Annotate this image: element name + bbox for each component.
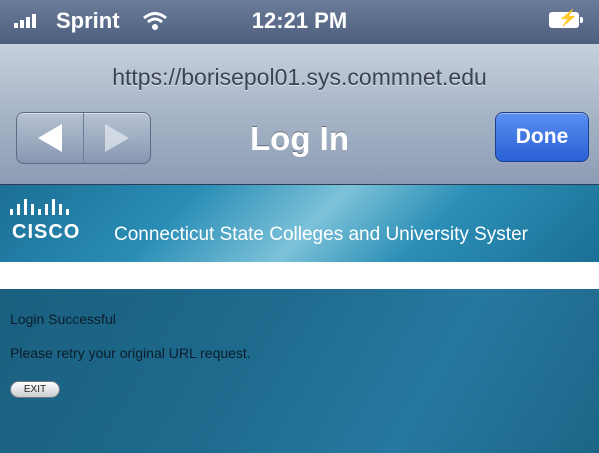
cisco-logo-text: CISCO [12,221,81,243]
cisco-banner: CISCO Connecticut State Colleges and Uni… [0,185,599,262]
retry-instruction: Please retry your original URL request. [10,345,251,361]
login-status-message: Login Successful [10,311,116,327]
exit-button[interactable]: EXIT [10,381,60,398]
done-button[interactable]: Done [495,112,589,162]
status-bar: Sprint 12:21 PM ⚡ [0,0,599,44]
browser-toolbar: https://borisepol01.sys.commnet.edu Log … [0,44,599,185]
url-display: https://borisepol01.sys.commnet.edu [112,64,487,90]
login-result-panel: Login Successful Please retry your origi… [0,289,599,453]
clock: 12:21 PM [251,8,348,33]
banner-title: Connecticut State Colleges and Universit… [114,224,528,245]
phone-screen: Sprint 12:21 PM ⚡ https://borisepol01.sy… [0,0,599,453]
battery-charging-icon: ⚡ [549,11,583,28]
cisco-logo-icon [10,199,69,215]
